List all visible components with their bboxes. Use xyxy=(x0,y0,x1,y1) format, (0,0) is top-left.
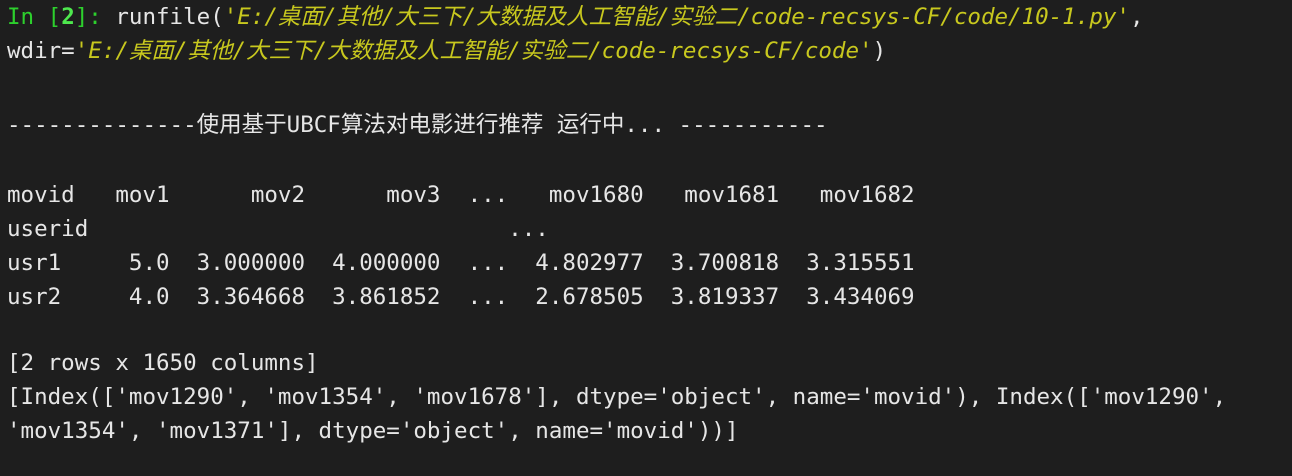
arg-separator: , xyxy=(1129,4,1144,30)
runfile-close: ) xyxy=(872,38,887,64)
status-banner: --------------使用基于UBCF算法对电影进行推荐 运行中... -… xyxy=(7,112,828,138)
wdir-line: wdir='E:/桌面/其他/大三下/大数据及人工智能/实验二/code-rec… xyxy=(7,34,1292,68)
runfile-path: 'E:/桌面/其他/大三下/大数据及人工智能/实验二/code-recsys-C… xyxy=(223,4,1130,30)
prompt-number: 2 xyxy=(61,4,75,30)
table-header: movid mov1 mov2 mov3 ... mov1680 mov1681… xyxy=(7,182,915,208)
ipython-console[interactable]: In [2]: runfile('E:/桌面/其他/大三下/大数据及人工智能/实… xyxy=(0,0,1292,476)
index-output-line-1: [Index(['mov1290', 'mov1354', 'mov1678']… xyxy=(7,384,1227,410)
table-shape: [2 rows x 1650 columns] xyxy=(7,350,319,376)
input-prompt-line: In [2]: runfile('E:/桌面/其他/大三下/大数据及人工智能/实… xyxy=(7,0,1292,34)
table-index-name: userid ... xyxy=(7,216,549,242)
table-row: usr1 5.0 3.000000 4.000000 ... 4.802977 … xyxy=(7,250,915,276)
table-row: usr2 4.0 3.364668 3.861852 ... 2.678505 … xyxy=(7,284,915,310)
wdir-label: wdir= xyxy=(7,38,75,64)
index-output-line-2: 'mov1354', 'mov1371'], dtype='object', n… xyxy=(7,418,739,444)
wdir-path: 'E:/桌面/其他/大三下/大数据及人工智能/实验二/code-recsys-C… xyxy=(74,38,873,64)
prompt-close: ]: xyxy=(74,4,116,30)
prompt-in-label: In [ xyxy=(7,4,62,30)
runfile-call: runfile( xyxy=(115,4,224,30)
